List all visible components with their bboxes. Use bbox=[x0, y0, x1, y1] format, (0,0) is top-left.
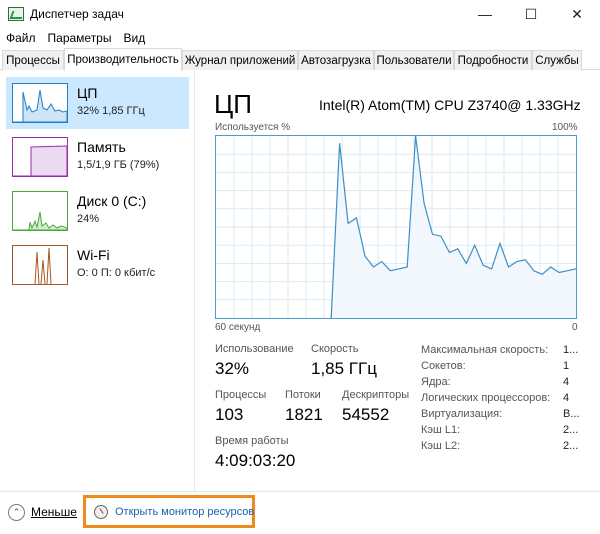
menu-bar: Файл Параметры Вид bbox=[0, 28, 600, 48]
spec-l1-value: 2... bbox=[563, 424, 579, 436]
handles-value: 54552 bbox=[342, 405, 390, 424]
sidebar-item-label: ЦП bbox=[77, 85, 98, 101]
handles-label: Дескрипторы bbox=[342, 389, 410, 401]
graph-zero-label: 0 bbox=[572, 322, 578, 333]
sidebar-item-detail: 24% bbox=[77, 213, 100, 225]
resource-monitor-highlight: Открыть монитор ресурсов bbox=[83, 495, 255, 528]
menu-view[interactable]: Вид bbox=[123, 31, 145, 45]
spec-max-speed-value: 1... bbox=[563, 344, 579, 356]
spec-sockets-value: 1 bbox=[563, 360, 570, 372]
performance-panel: ЦП Intel(R) Atom(TM) CPU Z3740@ 1.33GHz … bbox=[196, 71, 600, 491]
menu-file[interactable]: Файл bbox=[6, 31, 36, 45]
menu-options[interactable]: Параметры bbox=[48, 31, 112, 45]
sidebar-item-memory[interactable]: Память 1,5/1,9 ГБ (79%) bbox=[6, 131, 189, 183]
spec-cores-label: Ядра: bbox=[421, 376, 451, 388]
open-resource-monitor-link[interactable]: Открыть монитор ресурсов bbox=[115, 506, 254, 518]
sidebar-item-disk[interactable]: Диск 0 (C:) 24% bbox=[6, 185, 189, 237]
spec-cores-value: 4 bbox=[563, 376, 570, 388]
disk-thumbnail-graph bbox=[12, 191, 68, 231]
spec-max-speed-label: Максимальная скорость: bbox=[421, 344, 549, 356]
tab-bar: Процессы Производительность Журнал прило… bbox=[0, 48, 600, 71]
sidebar-item-wifi[interactable]: Wi-Fi О: 0 П: 0 кбит/с bbox=[6, 239, 189, 291]
tab-processes[interactable]: Процессы bbox=[2, 50, 64, 70]
sidebar-item-label: Wi-Fi bbox=[77, 247, 110, 263]
sidebar-item-detail: О: 0 П: 0 кбит/с bbox=[77, 267, 156, 279]
graph-time-label: 60 секунд bbox=[215, 322, 261, 333]
sidebar-item-label: Диск 0 (C:) bbox=[77, 193, 147, 209]
spec-virtualization-label: Виртуализация: bbox=[421, 408, 503, 420]
task-manager-icon bbox=[8, 7, 24, 21]
graph-max-label: 100% bbox=[552, 122, 578, 133]
spec-l2-value: 2... bbox=[563, 440, 579, 452]
wifi-thumbnail-graph bbox=[12, 245, 68, 285]
spec-l2-label: Кэш L2: bbox=[421, 440, 461, 452]
close-button[interactable]: ✕ bbox=[554, 0, 600, 28]
processes-label: Процессы bbox=[215, 389, 267, 401]
cpu-usage-graph bbox=[215, 135, 577, 319]
processes-value: 103 bbox=[215, 405, 244, 424]
tab-app-history[interactable]: Журнал приложений bbox=[182, 50, 298, 70]
graph-axis-label: Используется % bbox=[215, 122, 291, 133]
uptime-value: 4:09:03:20 bbox=[215, 451, 296, 470]
cpu-usage-chart bbox=[216, 135, 577, 319]
resource-monitor-icon bbox=[94, 505, 108, 519]
tab-details[interactable]: Подробности bbox=[454, 50, 532, 70]
sidebar-item-detail: 1,5/1,9 ГБ (79%) bbox=[77, 159, 160, 171]
spec-sockets-label: Сокетов: bbox=[421, 360, 466, 372]
uptime-label: Время работы bbox=[215, 435, 289, 447]
tab-startup[interactable]: Автозагрузка bbox=[298, 50, 374, 70]
sidebar-item-label: Память bbox=[77, 139, 126, 155]
spec-l1-label: Кэш L1: bbox=[421, 424, 461, 436]
cpu-thumbnail-graph bbox=[12, 83, 68, 123]
spec-virtualization-value: В... bbox=[563, 408, 580, 420]
cpu-model-name: Intel(R) Atom(TM) CPU Z3740@ 1.33GHz bbox=[319, 97, 581, 113]
memory-thumbnail-graph bbox=[12, 137, 68, 177]
minimize-button[interactable]: — bbox=[462, 0, 508, 28]
fewer-details-link[interactable]: Меньше bbox=[31, 505, 77, 519]
page-title: ЦП bbox=[214, 89, 252, 119]
speed-label: Скорость bbox=[311, 343, 359, 355]
chevron-up-icon[interactable]: ⌃ bbox=[8, 504, 25, 521]
tab-performance[interactable]: Производительность bbox=[64, 48, 182, 71]
window-title: Диспетчер задач bbox=[30, 7, 124, 21]
sidebar-item-detail: 32% 1,85 ГГц bbox=[77, 105, 145, 117]
usage-value: 32% bbox=[215, 359, 250, 378]
tab-users[interactable]: Пользователи bbox=[374, 50, 454, 70]
footer: ⌃ Меньше Открыть монитор ресурсов bbox=[0, 491, 600, 534]
speed-value: 1,85 ГГц bbox=[311, 359, 377, 378]
sidebar-item-cpu[interactable]: ЦП 32% 1,85 ГГц bbox=[6, 77, 189, 129]
tab-services[interactable]: Службы bbox=[532, 50, 582, 70]
spec-logical-label: Логических процессоров: bbox=[421, 392, 551, 404]
title-bar: Диспетчер задач — ☐ ✕ bbox=[0, 0, 600, 28]
usage-label: Использование bbox=[215, 343, 294, 355]
maximize-button[interactable]: ☐ bbox=[508, 0, 554, 28]
threads-value: 1821 bbox=[285, 405, 323, 424]
threads-label: Потоки bbox=[285, 389, 321, 401]
sidebar: ЦП 32% 1,85 ГГц Память 1,5/1,9 ГБ (79%) … bbox=[0, 71, 195, 491]
spec-logical-value: 4 bbox=[563, 392, 570, 404]
